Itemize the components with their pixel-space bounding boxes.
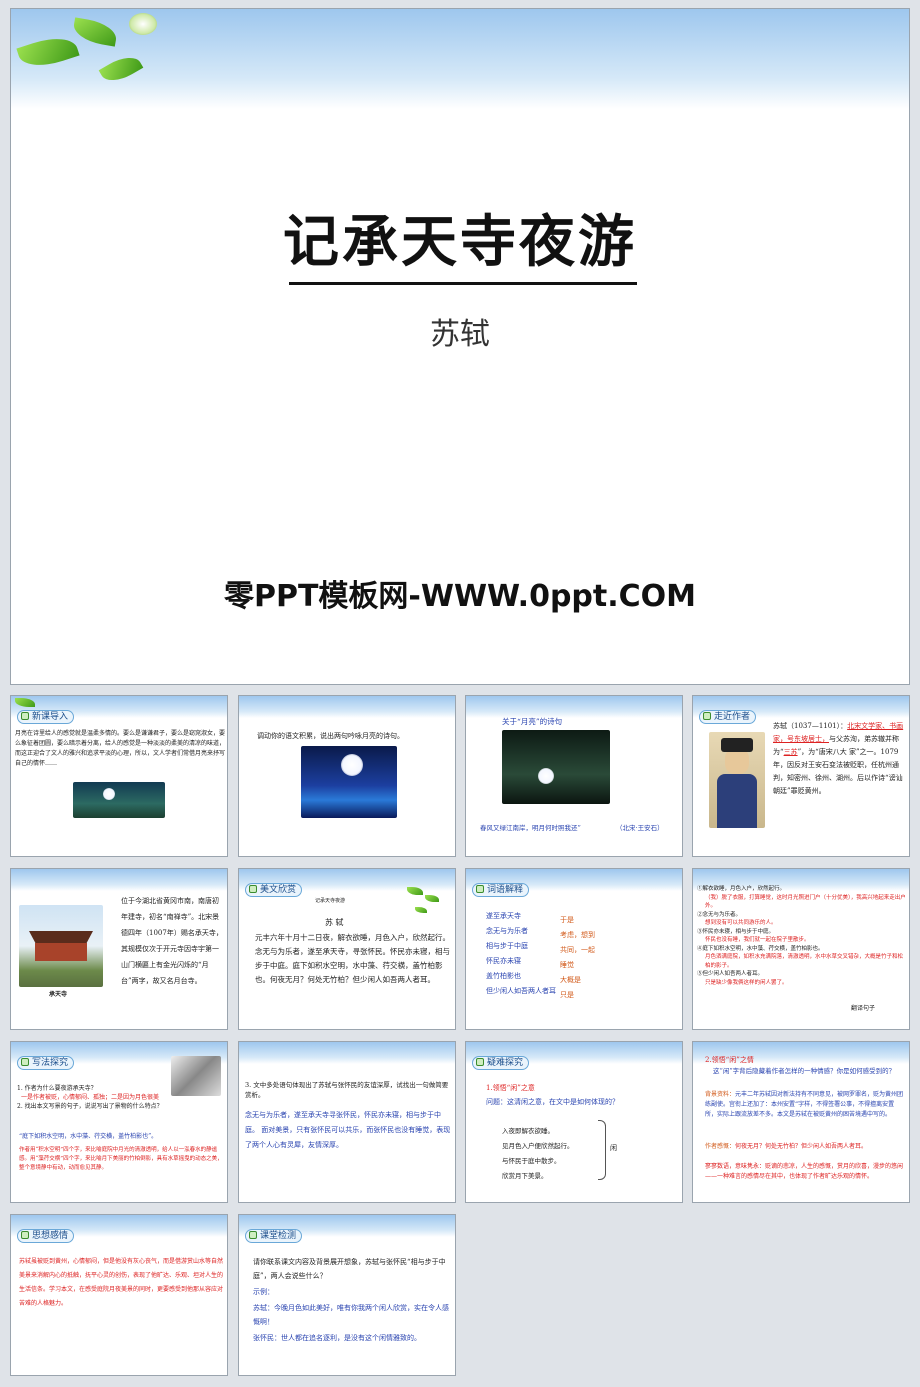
tag-icon xyxy=(703,712,711,720)
slide-thumb-10[interactable]: 3. 文中多处语句体现出了苏轼与张怀民的友谊深厚，试找出一句做简要赏析。 念无与… xyxy=(238,1041,456,1203)
section-tag: 词语解释 xyxy=(472,883,530,897)
tag-icon xyxy=(476,885,484,893)
check-question: 请你联系课文内容及背景展开想象，苏轼与张怀民“相与步于中庭”，两人会说些什么？ xyxy=(253,1258,446,1280)
prompt-text: 调动你的语文积累，说出两句吟咏月亮的诗句。 xyxy=(257,732,404,740)
tag-icon xyxy=(21,1231,29,1239)
tag-icon xyxy=(249,1231,257,1239)
section-tag: 新课导入 xyxy=(17,710,75,724)
intro-text: 月亮在诗里给人的感觉就是温柔多情的。要么是谦谦君子，要么是窈窕淑女，要么象征着团… xyxy=(15,730,226,767)
tag-icon xyxy=(21,1058,29,1066)
site-watermark: 零PPT模板网-WWW.0ppt.COM xyxy=(223,579,697,614)
temple-caption: 承天寺 xyxy=(49,991,68,998)
scene-analysis: 作者用“积水空明”四个字，来比喻庭院中月光的清澈透明，给人以一泓春水的静谧感。用… xyxy=(19,1147,223,1171)
emotion-summary: 寥寥数语，意味隽永：贬谪的悲凉，人生的感慨，赏月的欣喜，漫步的悠闲——一种难言的… xyxy=(705,1163,904,1180)
thought-text: 苏轼虽被贬到黄州，心情郁闷，但是他没有灰心丧气，而是借游赏山水等自然美景来消解内… xyxy=(19,1258,224,1307)
leaf-icon xyxy=(407,887,423,895)
vocab-meanings: 于是 考虑，想到 共同，一起 睡觉 大概是 只是 xyxy=(560,916,595,999)
translation-label: 翻译句子 xyxy=(851,1005,876,1012)
author-name: 苏轼 xyxy=(430,317,490,352)
vocab-words: 遂至承天寺 念无与为乐者 相与步于中庭 怀民亦未寝 盖竹柏影也 但少闲人如吾两人者耳 xyxy=(486,912,556,995)
section-tag: 美文欣赏 xyxy=(245,883,303,897)
slide-thumb-2[interactable]: 调动你的语文积累，说出两句吟咏月亮的诗句。 xyxy=(238,695,456,857)
check-answer-2: 张怀民：世人都在追名逐利，是没有这个闲情雅致的。 xyxy=(253,1334,421,1342)
temple-image xyxy=(19,905,103,987)
text-author: 苏 轼 xyxy=(325,918,344,927)
snail-icon xyxy=(129,13,157,35)
moon-sea-image xyxy=(301,746,397,818)
slide-thumb-12[interactable]: 2.领悟“闲”之情 这“闲”字背后隐藏着作者怎样的一种情感？你是如何感受到的？ … xyxy=(692,1041,910,1203)
classical-text: 元丰六年十月十二日夜，解衣欲睡，月色入户，欣然起行。念无与为乐者，遂至承天寺，寻… xyxy=(255,933,450,984)
ink-painting-image xyxy=(171,1056,221,1096)
leaf-icon xyxy=(425,895,439,902)
brace-label: 闲 xyxy=(610,1144,617,1152)
slide-thumb-14[interactable]: 课堂检测 请你联系课文内容及背景展开想象，苏轼与张怀民“相与步于中庭”，两人会说… xyxy=(238,1214,456,1376)
slide-thumb-7[interactable]: 词语解释 遂至承天寺 念无与为乐者 相与步于中庭 怀民亦未寝 盖竹柏影也 但少闲人如吾两人… xyxy=(465,868,683,1030)
friendship-question: 3. 文中多处语句体现出了苏轼与张怀民的友谊深厚，试找出一句做简要赏析。 xyxy=(245,1081,449,1099)
text-source: 记承天寺夜游 xyxy=(315,898,346,904)
tag-icon xyxy=(249,885,257,893)
check-example-label: 示例： xyxy=(253,1288,274,1296)
inquiry-question: 问题：这清闲之意，在文中是如何体现的？ xyxy=(486,1098,619,1106)
cover-slide[interactable]: 记承天寺夜游 苏轼 零PPT模板网-WWW.0ppt.COM xyxy=(10,8,910,685)
brace-shape xyxy=(598,1120,606,1180)
poem-line: 春风又绿江南岸，明月何时照我还” xyxy=(480,824,581,832)
tag-icon xyxy=(476,1058,484,1066)
section-tag: 思想感情 xyxy=(17,1229,75,1243)
friendship-answer: 念无与为乐者，遂至承天寺寻张怀民，怀民亦未寝，相与步于中庭。 面对美景，只有张怀… xyxy=(245,1111,451,1149)
page-title: 记承天寺夜游 xyxy=(283,210,637,275)
tag-icon xyxy=(21,712,29,720)
leisure-items: 入夜即解衣欲睡。 见月色入户便欣然起行。 与怀民于庭中散步。 欣赏月下美景。 xyxy=(502,1127,574,1180)
translation-block: ①解衣欲睡，月色入户，欣然起行。 （我）脱了衣服，打算睡觉，这时月光照进门户（十… xyxy=(697,886,906,986)
slide-thumb-13[interactable]: 思想感情 苏轼虽被贬到黄州，心情郁闷，但是他没有灰心丧气，而是借游赏山水等自然美… xyxy=(10,1214,228,1376)
scene-quote: “庭下如积水空明，水中藻、荇交横，盖竹柏影也”。 xyxy=(19,1133,158,1140)
moon-mountain-image xyxy=(73,782,165,818)
slide-thumb-1[interactable]: 新课导入 月亮在诗里给人的感觉就是温柔多情的。要么是谦谦君子，要么是窈窕淑女，要… xyxy=(10,695,228,857)
emotion-question: 这“闲”字背后隐藏着作者怎样的一种情感？你是如何感受到的？ xyxy=(713,1067,896,1075)
title-divider xyxy=(289,282,637,285)
section-tag: 疑难探究 xyxy=(472,1056,530,1070)
poem-citation: （北宋·王安石） xyxy=(616,824,664,832)
section-tag: 课堂检测 xyxy=(245,1229,303,1243)
moon-branch-image xyxy=(502,730,610,804)
author-portrait xyxy=(709,732,765,828)
slide-thumb-8[interactable]: ①解衣欲睡，月色入户，欣然起行。 （我）脱了衣服，打算睡觉，这时月光照进门户（十… xyxy=(692,868,910,1030)
leaf-icon xyxy=(415,907,427,913)
slide-thumb-9[interactable]: 写法探究 1. 作者为什么要夜游承天寺？ 一是作者被贬，心情郁闷、孤独；二是因为… xyxy=(10,1041,228,1203)
slide-thumb-6[interactable]: 美文欣赏 记承天寺夜游 苏 轼 元丰六年十月十二日夜，解衣欲睡，月色入户，欣然起… xyxy=(238,868,456,1030)
poem-heading: 关于“月亮”的诗句 xyxy=(502,717,563,726)
slide-thumb-5[interactable]: 承天寺 位于今湖北省黄冈市南，南唐初年建寺，初名“南禅寺”。北宋景德四年（100… xyxy=(10,868,228,1030)
slide-thumb-3[interactable]: 关于“月亮”的诗句 春风又绿江南岸，明月何时照我还” （北宋·王安石） xyxy=(465,695,683,857)
section-tag: 写法探究 xyxy=(17,1056,75,1070)
temple-text: 位于今湖北省黄冈市南，南唐初年建寺，初名“南禅寺”。北宋景德四年（1007年）赐… xyxy=(121,897,223,985)
section-tag: 走近作者 xyxy=(699,710,757,724)
slide-thumb-4[interactable]: 走近作者 苏轼（1037—1101）：北宋文学家、书画家，号东坡居士，与父苏洵，… xyxy=(692,695,910,857)
check-answer-1: 苏轼：今晚月色如此美好，唯有你我两个闲人欣赏，实在令人感慨啊！ xyxy=(253,1304,449,1326)
emotion-heading: 2.领悟“闲”之情 xyxy=(705,1056,754,1064)
slide-thumb-11[interactable]: 疑难探究 1.领悟“闲”之意 问题：这清闲之意，在文中是如何体现的？ 入夜即解衣… xyxy=(465,1041,683,1203)
inquiry-heading: 1.领悟“闲”之意 xyxy=(486,1084,535,1092)
